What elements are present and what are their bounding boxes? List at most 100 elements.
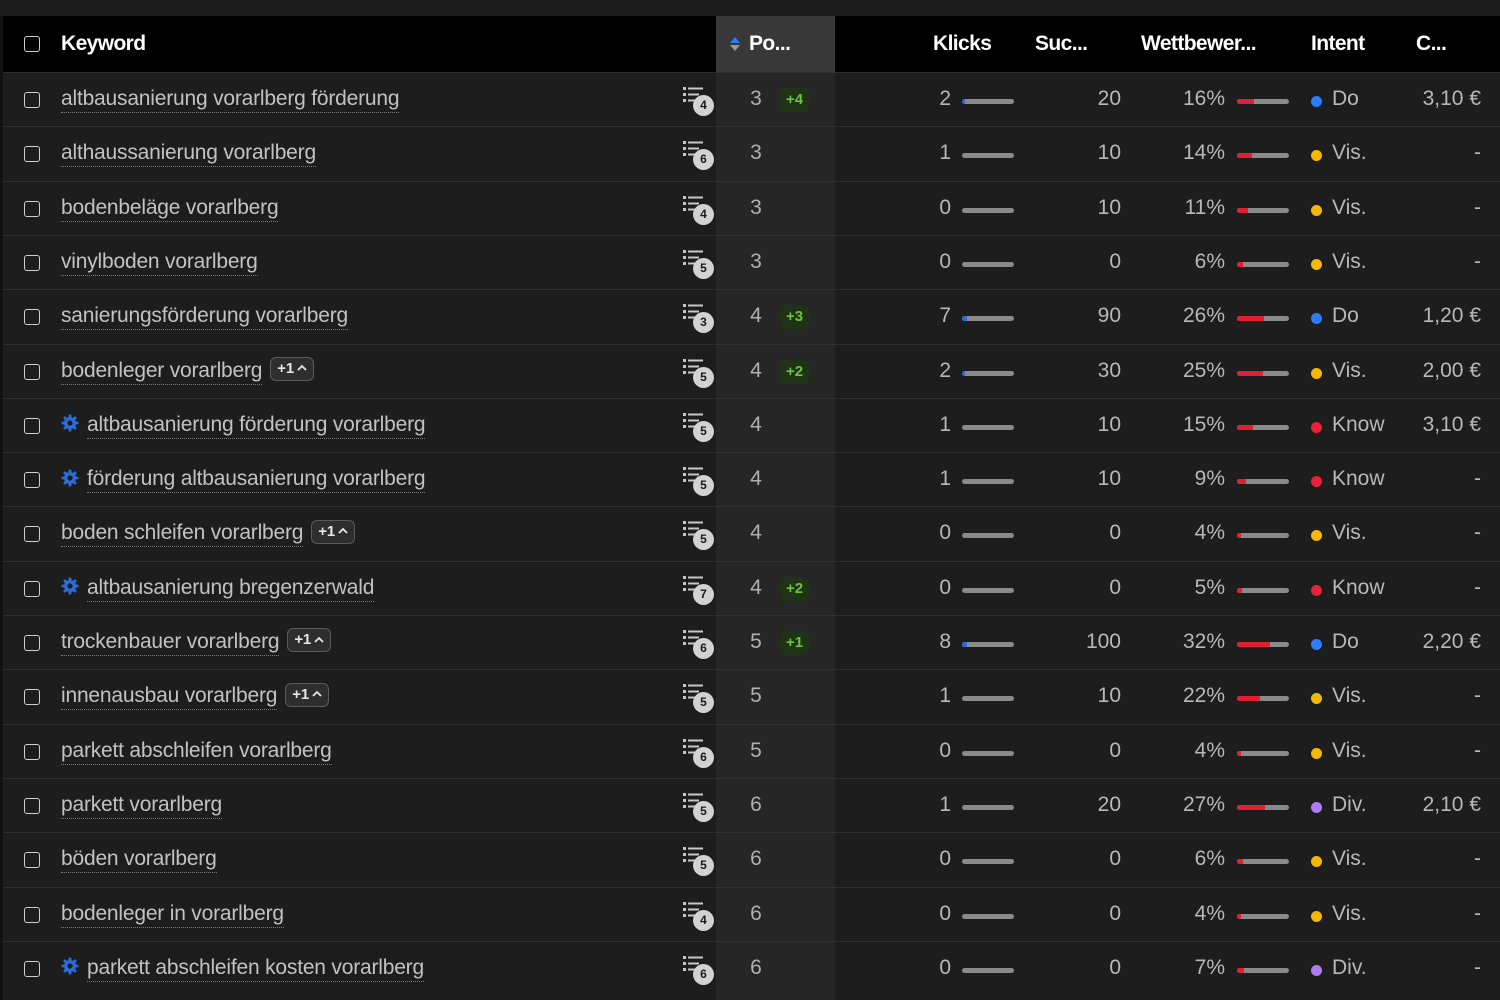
- keyword-link[interactable]: bodenleger in vorarlberg: [61, 901, 284, 928]
- serp-features[interactable]: 5: [681, 519, 717, 553]
- intent-label: Vis.: [1332, 358, 1367, 382]
- clicks-bar: [962, 370, 1014, 376]
- header-competition[interactable]: Wettbewer...: [1141, 16, 1257, 72]
- clicks-value: 0: [939, 955, 951, 979]
- table-row[interactable]: altbausanierung förderung vorarlberg 5 4…: [3, 397, 1500, 453]
- related-keywords-badge[interactable]: +1: [285, 682, 329, 707]
- header-keyword[interactable]: Keyword: [61, 16, 146, 72]
- serp-features[interactable]: 5: [681, 411, 717, 445]
- competition-bar: [1237, 750, 1289, 756]
- row-checkbox[interactable]: [24, 580, 40, 597]
- search-volume-value: 10: [1097, 412, 1121, 436]
- row-checkbox[interactable]: [24, 92, 40, 108]
- keyword-link[interactable]: förderung altbausanierung vorarlberg: [87, 467, 426, 494]
- cpc-value: 2,10 €: [1422, 792, 1481, 816]
- serp-features[interactable]: 4: [681, 85, 717, 119]
- serp-features[interactable]: 5: [681, 248, 717, 282]
- header-intent[interactable]: Intent: [1311, 16, 1365, 72]
- table-row[interactable]: sanierungsförderung vorarlberg 3 4 +3 7 …: [3, 289, 1500, 345]
- row-checkbox[interactable]: [24, 689, 40, 706]
- keyword-link[interactable]: bodenleger vorarlberg: [61, 358, 262, 385]
- table-row[interactable]: förderung altbausanierung vorarlberg 5 4…: [3, 452, 1500, 508]
- competition-bar: [1237, 967, 1289, 973]
- select-all-checkbox[interactable]: [24, 36, 40, 52]
- table-row[interactable]: parkett abschleifen vorarlberg 6 5 0 0 4…: [3, 723, 1500, 779]
- serp-features[interactable]: 6: [681, 737, 717, 771]
- table-row[interactable]: parkett vorarlberg 5 6 1 20 27% Div. 2,1…: [3, 777, 1500, 833]
- row-checkbox[interactable]: [24, 363, 40, 380]
- clicks-value: 7: [939, 304, 951, 328]
- intent-label: Vis.: [1332, 521, 1367, 545]
- keyword-link[interactable]: parkett abschleifen kosten vorarlberg: [87, 955, 424, 982]
- table-row[interactable]: altbausanierung bregenzerwald 7 4 +2 0 0…: [3, 560, 1500, 616]
- keyword-link[interactable]: althaussanierung vorarlberg: [61, 141, 316, 168]
- keyword-link[interactable]: altbausanierung vorarlberg förderung: [61, 87, 400, 113]
- keyword-link[interactable]: altbausanierung förderung vorarlberg: [87, 412, 426, 439]
- table-row[interactable]: trockenbauer vorarlberg +1 6 5 +1 8 100 3…: [3, 615, 1500, 670]
- serp-features[interactable]: 7: [681, 574, 717, 608]
- header-search-volume[interactable]: Suc...: [1035, 16, 1088, 72]
- keyword-link[interactable]: altbausanierung bregenzerwald: [87, 575, 374, 602]
- related-keywords-badge[interactable]: +1: [270, 356, 314, 381]
- position-value: 5: [750, 630, 762, 653]
- serp-features[interactable]: 6: [681, 628, 717, 662]
- row-checkbox[interactable]: [24, 743, 40, 760]
- header-clicks[interactable]: Klicks: [933, 16, 992, 72]
- serp-features[interactable]: 5: [681, 682, 717, 716]
- serp-features[interactable]: 6: [681, 954, 717, 988]
- row-checkbox[interactable]: [24, 309, 40, 326]
- row-checkbox[interactable]: [24, 146, 40, 163]
- competition-bar: [1237, 424, 1289, 430]
- table-row[interactable]: bodenleger in vorarlberg 4 6 0 0 4% Vis.: [3, 886, 1500, 942]
- related-keywords-badge[interactable]: +1: [311, 519, 355, 544]
- sort-icon[interactable]: [729, 36, 741, 52]
- keyword-link[interactable]: boden schleifen vorarlberg: [61, 521, 303, 548]
- row-checkbox[interactable]: [24, 254, 40, 271]
- table-row[interactable]: bodenbeläge vorarlberg 4 3 0 10 11% Vis.: [3, 180, 1500, 236]
- row-checkbox[interactable]: [24, 526, 40, 543]
- table-row[interactable]: althaussanierung vorarlberg 6 3 1 10 14%: [3, 126, 1500, 182]
- serp-features[interactable]: 5: [681, 791, 717, 825]
- row-checkbox[interactable]: [24, 960, 40, 977]
- serp-features[interactable]: 5: [681, 465, 717, 499]
- header-position[interactable]: Po...: [749, 16, 791, 72]
- table-row[interactable]: parkett abschleifen kosten vorarlberg 6 …: [3, 940, 1500, 996]
- related-keywords-badge[interactable]: +1: [287, 628, 332, 653]
- serp-features[interactable]: 4: [681, 900, 717, 934]
- serp-features[interactable]: 4: [681, 194, 717, 228]
- keyword-link[interactable]: bodenbeläge vorarlberg: [61, 195, 279, 222]
- row-checkbox[interactable]: [24, 417, 40, 434]
- table-row[interactable]: böden vorarlberg 5 6 0 0 6% Vis. -: [3, 832, 1500, 888]
- search-volume-value: 0: [1109, 847, 1121, 871]
- keyword-link[interactable]: innenausbau vorarlberg: [61, 684, 277, 711]
- row-checkbox[interactable]: [24, 472, 40, 489]
- serp-features[interactable]: 6: [681, 139, 717, 173]
- intent-dot: [1311, 801, 1322, 813]
- serp-features[interactable]: 5: [681, 845, 717, 879]
- table-row[interactable]: boden schleifen vorarlberg +1 5 4 0 0 4% …: [3, 506, 1500, 562]
- table-row[interactable]: vinylboden vorarlberg 5 3 0 0 6% Vis. -: [3, 234, 1500, 290]
- clicks-bar: [962, 804, 1014, 810]
- row-checkbox[interactable]: [24, 852, 40, 869]
- keyword-link[interactable]: parkett abschleifen vorarlberg: [61, 738, 332, 765]
- serp-features[interactable]: 5: [681, 357, 717, 391]
- keyword-link[interactable]: parkett vorarlberg: [61, 792, 222, 819]
- competition-bar: [1237, 587, 1289, 593]
- row-checkbox[interactable]: [24, 200, 40, 217]
- row-checkbox[interactable]: [24, 797, 40, 814]
- keyword-link[interactable]: sanierungsförderung vorarlberg: [61, 304, 348, 331]
- clicks-value: 0: [939, 575, 951, 599]
- row-checkbox[interactable]: [24, 635, 40, 651]
- row-checkbox[interactable]: [24, 906, 40, 923]
- search-volume-value: 0: [1109, 738, 1121, 762]
- keyword-link[interactable]: vinylboden vorarlberg: [61, 249, 258, 276]
- serp-features[interactable]: 3: [681, 302, 717, 336]
- position-value: 5: [750, 684, 762, 708]
- table-row[interactable]: bodenleger vorarlberg +1 5 4 +2 2 30 25% …: [3, 343, 1500, 399]
- table-row[interactable]: innenausbau vorarlberg +1 5 5 1 10 22% Vi…: [3, 669, 1500, 725]
- keyword-link[interactable]: trockenbauer vorarlberg: [61, 630, 280, 656]
- intent-dot: [1311, 258, 1322, 270]
- table-row[interactable]: altbausanierung vorarlberg förderung 4 3…: [3, 72, 1500, 127]
- keyword-link[interactable]: böden vorarlberg: [61, 847, 217, 874]
- header-cpc[interactable]: C...: [1416, 16, 1447, 72]
